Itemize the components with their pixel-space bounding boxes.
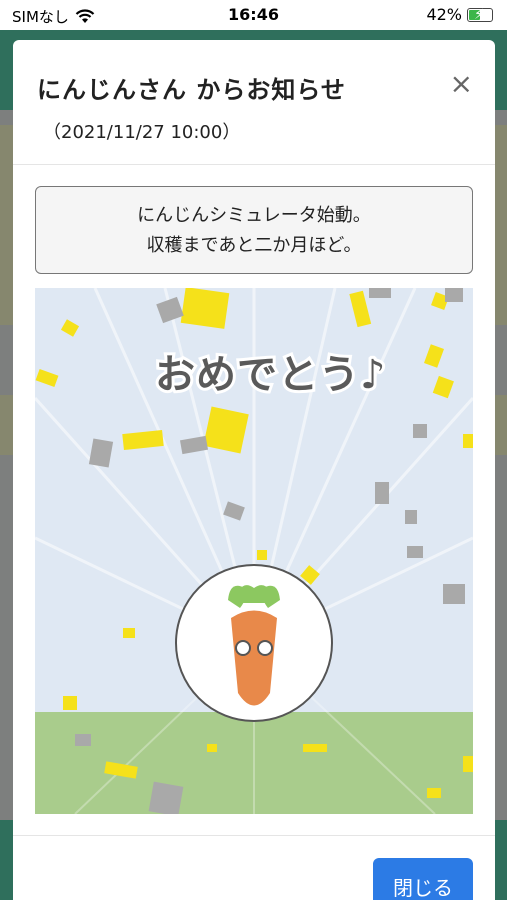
close-icon[interactable]: ×	[450, 70, 473, 98]
close-button[interactable]: 閉じる	[373, 858, 473, 900]
background-card	[493, 395, 507, 455]
background-card	[0, 395, 14, 455]
background-card	[493, 125, 507, 325]
background-card	[0, 125, 14, 325]
celebration-text: おめでとう♪	[155, 352, 387, 398]
status-right: 42% ⚡	[426, 5, 493, 24]
message-line: にんじんシミュレータ始動。	[137, 205, 371, 226]
modal-footer-divider	[13, 835, 495, 836]
modal-header: にんじんさん からお知らせ （2021/11/27 10:00） ×	[13, 40, 495, 165]
notification-modal: にんじんさん からお知らせ （2021/11/27 10:00） × にんじんシ…	[13, 40, 495, 900]
battery-icon: ⚡	[467, 7, 493, 23]
modal-date: （2021/11/27 10:00）	[43, 122, 241, 143]
modal-title: にんじんさん からお知らせ	[37, 76, 346, 104]
celebration-image: おめでとう♪	[35, 288, 473, 814]
status-bar: SIMなし 16:46 42% ⚡	[0, 0, 507, 30]
message-line: 収穫まであと二か月ほど。	[146, 235, 362, 256]
battery-percent: 42%	[426, 5, 462, 24]
message-box: にんじんシミュレータ始動。 収穫まであと二か月ほど。	[35, 186, 473, 274]
celebration-illustration: おめでとう♪	[35, 288, 473, 814]
